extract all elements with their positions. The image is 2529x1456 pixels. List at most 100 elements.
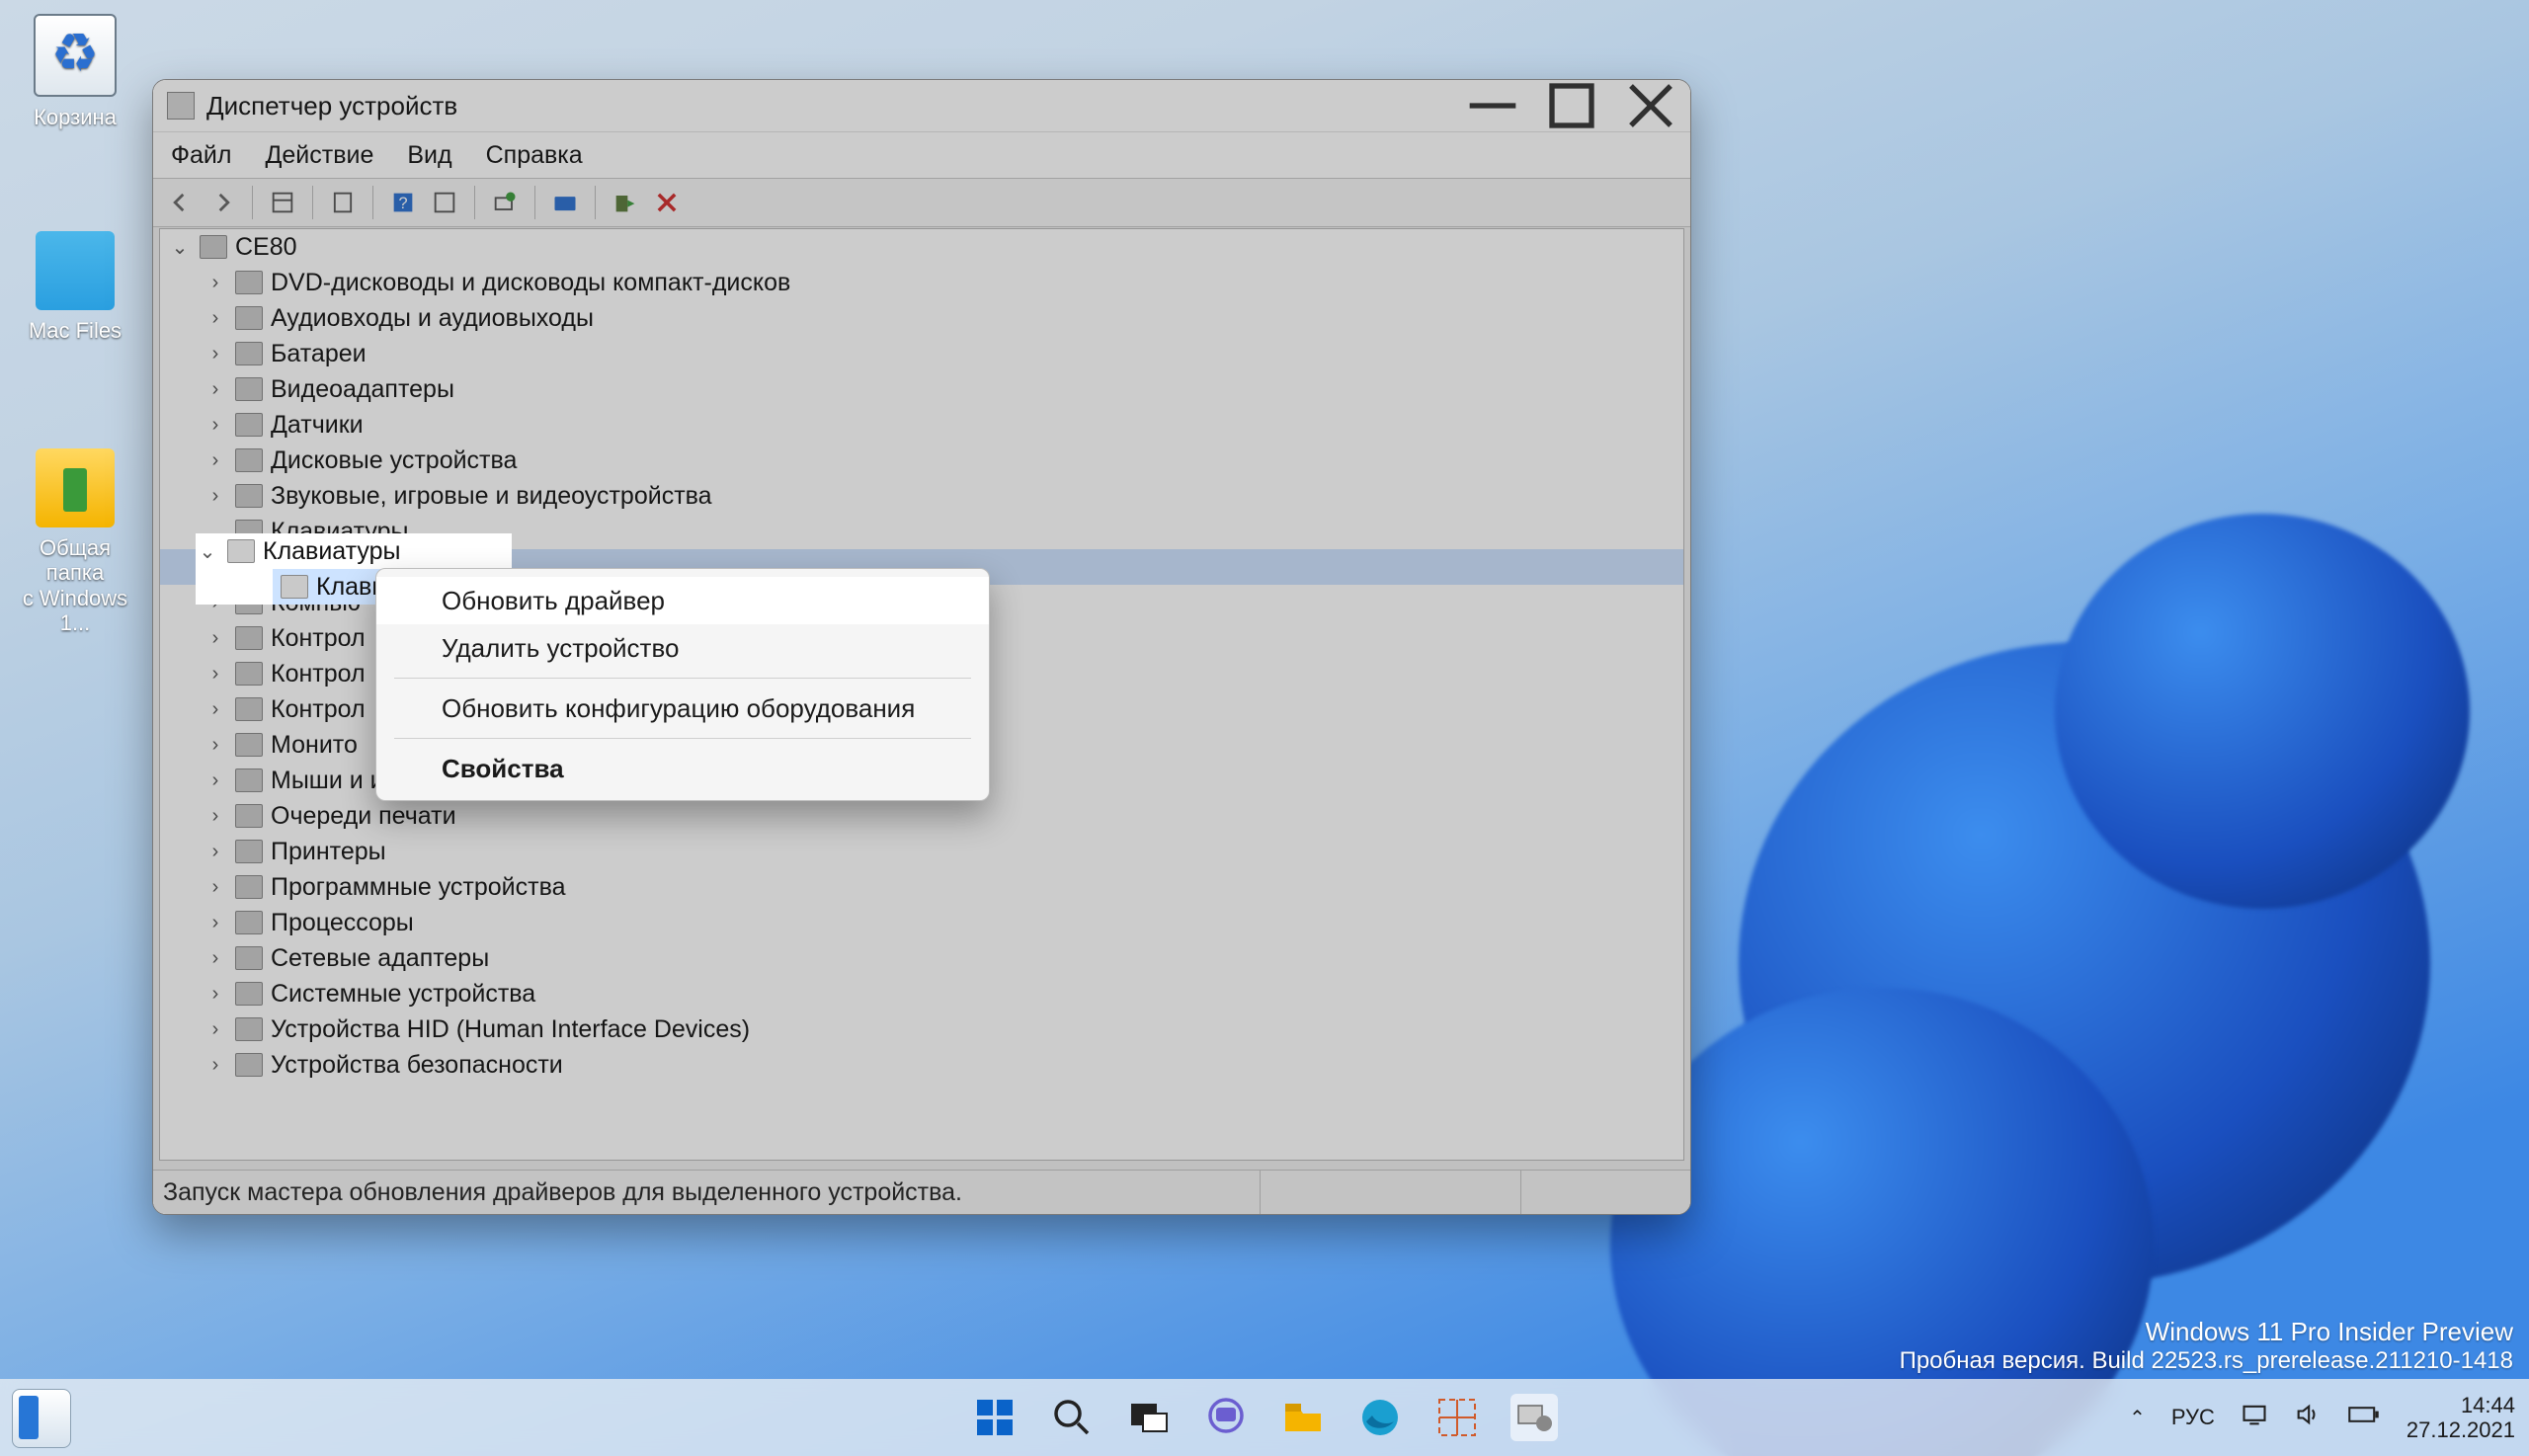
tree-category-label: Контрол (271, 660, 366, 688)
expand-icon[interactable]: › (204, 805, 227, 828)
expand-icon[interactable]: › (204, 592, 227, 614)
expand-icon[interactable]: › (204, 841, 227, 863)
device-category-icon (235, 591, 263, 614)
taskbar: ⌃ РУС 14:44 27.12.2021 (0, 1379, 2529, 1456)
device-category-icon (235, 804, 263, 828)
language-indicator[interactable]: РУС (2171, 1405, 2215, 1430)
tree-category[interactable]: ›Процессоры (160, 905, 1683, 940)
expand-icon[interactable]: › (204, 663, 227, 686)
folder-icon (36, 448, 115, 527)
menu-view[interactable]: Вид (407, 141, 451, 170)
separator (252, 186, 253, 219)
device-manager-taskbar-button[interactable] (1510, 1394, 1558, 1441)
device-category-icon (235, 982, 263, 1006)
desktop-icon-label: Корзина (8, 105, 142, 129)
tree-category[interactable]: ›Принтеры (160, 834, 1683, 869)
enable-device-button[interactable] (608, 185, 643, 220)
context-menu: Обновить драйвер Удалить устройство Обно… (375, 568, 990, 801)
tree-category-label: DVD-дисководы и дисководы компакт-дисков (271, 269, 790, 297)
tree-category[interactable]: ›Программные устройства (160, 869, 1683, 905)
task-view-button[interactable] (1125, 1394, 1173, 1441)
desktop-icon-recycle-bin[interactable]: Корзина (8, 14, 142, 129)
desktop-icon-mac-files[interactable]: Mac Files (8, 231, 142, 343)
clock[interactable]: 14:44 27.12.2021 (2407, 1393, 2515, 1443)
tree-category[interactable]: ›Устройства HID (Human Interface Devices… (160, 1011, 1683, 1047)
menu-action[interactable]: Действие (265, 141, 373, 170)
tree-category-keyboards[interactable]: ⌄ Клавиатуры (160, 514, 1683, 549)
search-button[interactable] (1048, 1394, 1096, 1441)
expand-icon[interactable]: › (204, 272, 227, 294)
device-category-icon (235, 662, 263, 686)
expand-icon[interactable]: › (204, 698, 227, 721)
help-button[interactable]: ? (385, 185, 421, 220)
tree-category[interactable]: ›Видеоадаптеры (160, 371, 1683, 407)
tree-category[interactable]: ›Сетевые адаптеры (160, 940, 1683, 976)
separator (474, 186, 475, 219)
action-button[interactable] (427, 185, 462, 220)
tree-category[interactable]: ›Системные устройства (160, 976, 1683, 1011)
expand-icon[interactable]: › (204, 1018, 227, 1041)
tray-overflow-button[interactable]: ⌃ (2129, 1406, 2146, 1430)
expand-icon[interactable]: › (204, 378, 227, 401)
desktop-icon-label: Общая папка (8, 535, 142, 586)
collapse-icon[interactable]: ⌄ (204, 520, 227, 544)
forward-button[interactable] (204, 185, 240, 220)
ctx-scan-hardware[interactable]: Обновить конфигурацию оборудования (376, 685, 989, 732)
tree-category[interactable]: ›Звуковые, игровые и видеоустройства (160, 478, 1683, 514)
tray-display-icon[interactable] (2241, 1401, 2268, 1434)
expand-icon[interactable]: › (204, 414, 227, 437)
ctx-update-driver[interactable]: Обновить драйвер (376, 577, 989, 624)
close-button[interactable] (1611, 80, 1690, 131)
expand-icon[interactable]: › (204, 876, 227, 899)
back-button[interactable] (163, 185, 199, 220)
snipping-tool-button[interactable] (1433, 1394, 1481, 1441)
tree-category-label: Контрол (271, 695, 366, 724)
expand-icon[interactable]: › (204, 485, 227, 508)
tree-category-label: Дисковые устройства (271, 446, 517, 475)
tree-category[interactable]: ›Аудиовходы и аудиовыходы (160, 300, 1683, 336)
widgets-button[interactable] (12, 1389, 71, 1448)
expand-icon[interactable]: › (204, 627, 227, 650)
expand-icon[interactable]: › (204, 307, 227, 330)
expand-icon[interactable]: › (204, 1054, 227, 1077)
tree-category[interactable]: ›Датчики (160, 407, 1683, 443)
expand-icon[interactable]: › (204, 947, 227, 970)
chat-button[interactable] (1202, 1394, 1250, 1441)
file-explorer-button[interactable] (1279, 1394, 1327, 1441)
volume-icon[interactable] (2294, 1401, 2322, 1434)
battery-icon[interactable] (2347, 1401, 2381, 1434)
tree-category[interactable]: ›Батареи (160, 336, 1683, 371)
tree-category[interactable]: › Дисковые устройства (160, 443, 1683, 478)
expand-icon[interactable]: › (204, 449, 227, 472)
expand-icon[interactable]: › (204, 912, 227, 934)
maximize-button[interactable] (1532, 80, 1611, 131)
scan-hardware-button[interactable] (487, 185, 523, 220)
minimize-button[interactable] (1453, 80, 1532, 131)
device-category-icon (235, 271, 263, 294)
expand-icon[interactable]: › (204, 983, 227, 1006)
collapse-icon[interactable]: ⌄ (168, 235, 192, 260)
edge-button[interactable] (1356, 1394, 1404, 1441)
start-button[interactable] (971, 1394, 1019, 1441)
ctx-properties[interactable]: Свойства (376, 745, 989, 792)
separator (394, 678, 971, 679)
update-driver-button[interactable] (547, 185, 583, 220)
expand-icon[interactable]: › (204, 769, 227, 792)
expand-icon[interactable]: › (204, 343, 227, 365)
uninstall-device-button[interactable] (649, 185, 685, 220)
properties-button[interactable] (325, 185, 361, 220)
desktop-icon-label: с Windows 1... (8, 586, 142, 636)
tree-category[interactable]: ›Очереди печати (160, 798, 1683, 834)
menu-file[interactable]: Файл (171, 141, 231, 170)
menu-help[interactable]: Справка (486, 141, 583, 170)
device-category-icon (235, 448, 263, 472)
show-hide-tree-button[interactable] (265, 185, 300, 220)
titlebar[interactable]: Диспетчер устройств (153, 80, 1690, 131)
desktop-icon-shared-folder[interactable]: Общая папка с Windows 1... (8, 448, 142, 635)
ctx-uninstall-device[interactable]: Удалить устройство (376, 624, 989, 672)
tree-root[interactable]: ⌄ CE80 (160, 229, 1683, 265)
windows-watermark: Windows 11 Pro Insider Preview Пробная в… (1900, 1317, 2513, 1375)
tree-category[interactable]: ›Устройства безопасности (160, 1047, 1683, 1083)
expand-icon[interactable]: › (204, 734, 227, 757)
tree-category[interactable]: › DVD-дисководы и дисководы компакт-диско… (160, 265, 1683, 300)
